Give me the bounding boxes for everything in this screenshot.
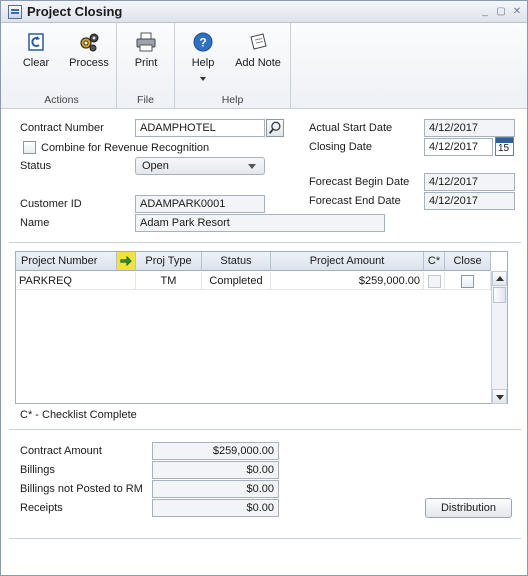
minimize-icon[interactable]: _ bbox=[479, 6, 491, 17]
cell-status[interactable]: Completed bbox=[202, 272, 271, 290]
ribbon-group-file: Print File bbox=[117, 23, 175, 109]
window-title: Project Closing bbox=[27, 4, 123, 19]
scroll-up-icon[interactable] bbox=[492, 271, 507, 286]
divider bbox=[9, 538, 521, 539]
combine-revenue-checkbox[interactable] bbox=[23, 141, 36, 154]
scroll-down-icon[interactable] bbox=[492, 389, 507, 404]
cell-project-number[interactable]: PARKREQ bbox=[16, 272, 136, 290]
scroll-thumb[interactable] bbox=[493, 287, 506, 303]
billings-field: $0.00 bbox=[152, 461, 279, 479]
help-dropdown-arrow-icon[interactable] bbox=[200, 77, 206, 81]
title-bar: Project Closing _ ▢ ✕ bbox=[1, 1, 527, 23]
receipts-field: $0.00 bbox=[152, 499, 279, 517]
status-dropdown[interactable]: Open bbox=[135, 157, 265, 175]
forecast-end-date-field: 4/12/2017 bbox=[424, 192, 515, 210]
divider bbox=[9, 429, 521, 430]
ribbon-group-label-file: File bbox=[137, 94, 154, 106]
help-icon: ? bbox=[193, 32, 213, 52]
grid-scrollbar[interactable] bbox=[491, 271, 507, 404]
forecast-begin-date-label: Forecast Begin Date bbox=[309, 176, 410, 188]
column-header-close[interactable]: Close bbox=[445, 252, 491, 271]
actual-start-date-label: Actual Start Date bbox=[309, 122, 393, 134]
ribbon-group-help: ? Help Add Note Help bbox=[175, 23, 291, 109]
note-icon bbox=[250, 33, 267, 50]
window-app-icon bbox=[8, 5, 22, 19]
close-icon[interactable]: ✕ bbox=[511, 6, 523, 17]
forecast-begin-date-field: 4/12/2017 bbox=[424, 173, 515, 191]
process-label: Process bbox=[69, 57, 109, 69]
help-button[interactable]: ? Help bbox=[178, 29, 228, 81]
status-value: Open bbox=[142, 160, 169, 172]
cell-project-amount[interactable]: $259,000.00 bbox=[271, 272, 424, 290]
combine-revenue-label: Combine for Revenue Recognition bbox=[41, 142, 210, 154]
cell-close bbox=[445, 272, 491, 290]
column-header-proj-type[interactable]: Proj Type bbox=[136, 252, 202, 271]
project-closing-window: Project Closing _ ▢ ✕ Clear Process Acti… bbox=[0, 0, 528, 576]
column-header-project-amount[interactable]: Project Amount bbox=[271, 252, 424, 271]
process-button[interactable]: Process bbox=[64, 29, 114, 79]
calendar-button[interactable]: 15 bbox=[495, 137, 514, 156]
contract-number-field[interactable]: ADAMPHOTEL bbox=[135, 119, 265, 137]
customer-id-label: Customer ID bbox=[20, 198, 82, 210]
help-label: Help bbox=[191, 57, 215, 69]
cell-proj-type[interactable]: TM bbox=[136, 272, 202, 290]
column-header-status[interactable]: Status bbox=[202, 252, 271, 271]
gears-icon bbox=[80, 33, 99, 52]
contract-number-label: Contract Number bbox=[20, 122, 104, 134]
column-header-checklist[interactable]: C* bbox=[424, 252, 445, 271]
lookup-button[interactable] bbox=[266, 119, 284, 137]
clear-icon bbox=[28, 33, 44, 51]
arrow-right-icon bbox=[120, 255, 132, 267]
name-label: Name bbox=[20, 217, 50, 229]
calendar-day: 15 bbox=[498, 143, 510, 154]
distribution-button[interactable]: Distribution bbox=[425, 498, 512, 518]
closing-date-field[interactable]: 4/12/2017 bbox=[424, 138, 493, 156]
print-label: Print bbox=[134, 57, 158, 69]
add-note-label: Add Note bbox=[235, 57, 281, 69]
printer-icon bbox=[136, 32, 156, 52]
billings-not-posted-label: Billings not Posted to RM bbox=[20, 483, 143, 495]
add-note-button[interactable]: Add Note bbox=[233, 29, 283, 79]
customer-id-field: ADAMPARK0001 bbox=[135, 195, 265, 213]
clear-label: Clear bbox=[22, 57, 50, 69]
clear-button[interactable]: Clear bbox=[11, 29, 61, 79]
chevron-down-icon bbox=[248, 164, 256, 169]
svg-text:?: ? bbox=[199, 36, 206, 50]
status-label: Status bbox=[20, 160, 52, 172]
ribbon-group-label-actions: Actions bbox=[44, 94, 79, 106]
receipts-label: Receipts bbox=[20, 502, 63, 514]
ribbon-group-actions: Clear Process Actions bbox=[7, 23, 117, 109]
checklist-complete-checkbox bbox=[428, 275, 441, 288]
cell-checklist bbox=[424, 272, 445, 290]
print-button[interactable]: Print bbox=[121, 29, 171, 79]
divider bbox=[9, 242, 521, 243]
close-project-checkbox[interactable] bbox=[461, 275, 474, 288]
ribbon-group-label-help: Help bbox=[221, 94, 244, 106]
expand-row-button[interactable] bbox=[117, 252, 136, 271]
column-header-project-number[interactable]: Project Number bbox=[16, 252, 117, 271]
magnifier-icon bbox=[268, 121, 281, 134]
billings-not-posted-field: $0.00 bbox=[152, 480, 279, 498]
forecast-end-date-label: Forecast End Date bbox=[309, 195, 401, 207]
contract-amount-field: $259,000.00 bbox=[152, 442, 279, 460]
action-ribbon: Clear Process Actions Print File ? Help … bbox=[1, 23, 527, 109]
contract-amount-label: Contract Amount bbox=[20, 445, 102, 457]
actual-start-date-field: 4/12/2017 bbox=[424, 119, 515, 137]
customer-name-field: Adam Park Resort bbox=[135, 214, 385, 232]
maximize-icon[interactable]: ▢ bbox=[495, 6, 507, 17]
projects-grid: Project Number Proj Type Status Project … bbox=[15, 251, 508, 404]
checklist-legend: C* - Checklist Complete bbox=[20, 409, 137, 421]
closing-date-label: Closing Date bbox=[309, 141, 372, 153]
billings-label: Billings bbox=[20, 464, 55, 476]
